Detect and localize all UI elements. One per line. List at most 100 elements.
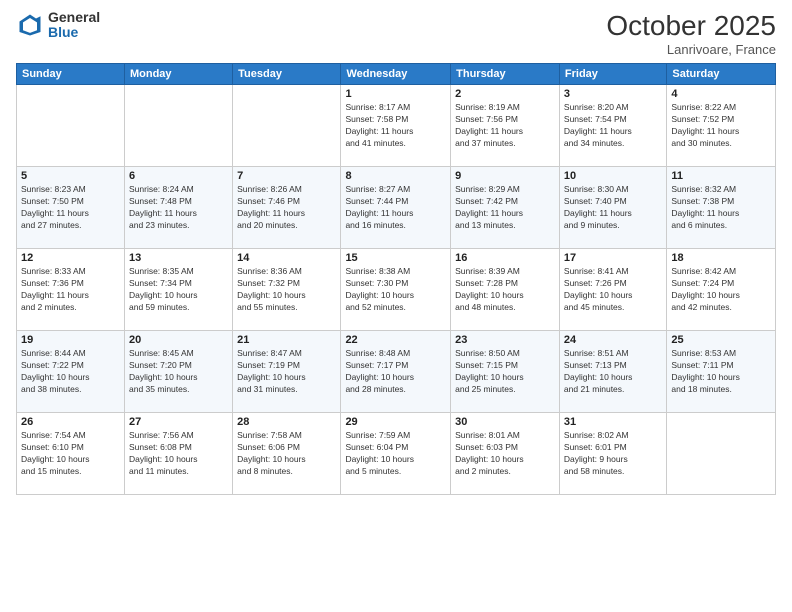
day-number: 21 — [237, 334, 336, 346]
calendar-cell: 12 Sunrise: 8:33 AM Sunset: 7:36 PM Dayli… — [17, 249, 125, 331]
location: Lanrivoare, France — [606, 42, 776, 57]
calendar-header-row: Sunday Monday Tuesday Wednesday Thursday… — [17, 64, 776, 85]
calendar-cell: 9 Sunrise: 8:29 AM Sunset: 7:42 PM Daylig… — [451, 167, 560, 249]
day-number: 17 — [564, 252, 662, 264]
calendar-cell — [17, 85, 125, 167]
calendar-cell: 19 Sunrise: 8:44 AM Sunset: 7:22 PM Dayli… — [17, 331, 125, 413]
day-info: Sunrise: 8:53 AM Sunset: 7:11 PM Dayligh… — [671, 348, 771, 396]
day-info: Sunrise: 7:58 AM Sunset: 6:06 PM Dayligh… — [237, 430, 336, 478]
calendar-cell: 22Sunrise: 8:48 AM Sunset: 7:17 PM Dayli… — [341, 331, 451, 413]
day-number: 31 — [564, 416, 662, 428]
calendar-week-2: 5Sunrise: 8:23 AM Sunset: 7:50 PM Daylig… — [17, 167, 776, 249]
day-info: Sunrise: 8:39 AM Sunset: 7:28 PM Dayligh… — [455, 266, 555, 314]
day-info: Sunrise: 8:19 AM Sunset: 7:56 PM Dayligh… — [455, 102, 555, 150]
day-number: 6 — [129, 170, 228, 182]
day-info: Sunrise: 8:51 AM Sunset: 7:13 PM Dayligh… — [564, 348, 662, 396]
day-info: Sunrise: 8:26 AM Sunset: 7:46 PM Dayligh… — [237, 184, 336, 232]
day-number: 24 — [564, 334, 662, 346]
day-info: Sunrise: 8:35 AM Sunset: 7:34 PM Dayligh… — [129, 266, 228, 314]
calendar-cell: 7Sunrise: 8:26 AM Sunset: 7:46 PM Daylig… — [233, 167, 341, 249]
day-number: 8 — [345, 170, 446, 182]
col-monday: Monday — [124, 64, 232, 85]
day-number: 16 — [455, 252, 555, 264]
month-title: October 2025 — [606, 10, 776, 42]
calendar-week-5: 26Sunrise: 7:54 AM Sunset: 6:10 PM Dayli… — [17, 413, 776, 495]
day-number: 30 — [455, 416, 555, 428]
day-info: Sunrise: 8:17 AM Sunset: 7:58 PM Dayligh… — [345, 102, 446, 150]
calendar-cell: 15 Sunrise: 8:38 AM Sunset: 7:30 PM Dayli… — [341, 249, 451, 331]
col-saturday: Saturday — [667, 64, 776, 85]
header: General Blue October 2025 Lanrivoare, Fr… — [16, 10, 776, 57]
day-number: 1 — [345, 88, 446, 100]
calendar-cell: 1 Sunrise: 8:17 AM Sunset: 7:58 PM Daylig… — [341, 85, 451, 167]
day-info: Sunrise: 8:29 AM Sunset: 7:42 PM Dayligh… — [455, 184, 555, 232]
day-number: 22 — [345, 334, 446, 346]
calendar-cell — [233, 85, 341, 167]
calendar-cell: 17 Sunrise: 8:41 AM Sunset: 7:26 PM Dayli… — [559, 249, 666, 331]
calendar-cell: 27Sunrise: 7:56 AM Sunset: 6:08 PM Dayli… — [124, 413, 232, 495]
day-info: Sunrise: 8:27 AM Sunset: 7:44 PM Dayligh… — [345, 184, 446, 232]
calendar-cell: 31 Sunrise: 8:02 AM Sunset: 6:01 PM Dayli… — [559, 413, 666, 495]
day-info: Sunrise: 8:45 AM Sunset: 7:20 PM Dayligh… — [129, 348, 228, 396]
calendar-cell: 6 Sunrise: 8:24 AM Sunset: 7:48 PM Daylig… — [124, 167, 232, 249]
day-info: Sunrise: 8:24 AM Sunset: 7:48 PM Dayligh… — [129, 184, 228, 232]
day-number: 12 — [21, 252, 120, 264]
day-number: 29 — [345, 416, 446, 428]
col-friday: Friday — [559, 64, 666, 85]
day-number: 23 — [455, 334, 555, 346]
calendar-cell: 16 Sunrise: 8:39 AM Sunset: 7:28 PM Dayli… — [451, 249, 560, 331]
calendar-cell — [124, 85, 232, 167]
logo-general-text: General — [48, 10, 100, 25]
day-number: 11 — [671, 170, 771, 182]
calendar-cell: 21Sunrise: 8:47 AM Sunset: 7:19 PM Dayli… — [233, 331, 341, 413]
day-info: Sunrise: 8:22 AM Sunset: 7:52 PM Dayligh… — [671, 102, 771, 150]
calendar-cell: 28Sunrise: 7:58 AM Sunset: 6:06 PM Dayli… — [233, 413, 341, 495]
day-number: 2 — [455, 88, 555, 100]
calendar-cell: 23 Sunrise: 8:50 AM Sunset: 7:15 PM Dayli… — [451, 331, 560, 413]
logo-blue-text: Blue — [48, 25, 100, 40]
calendar-cell: 10 Sunrise: 8:30 AM Sunset: 7:40 PM Dayli… — [559, 167, 666, 249]
logo-text: General Blue — [48, 10, 100, 41]
calendar-cell: 5Sunrise: 8:23 AM Sunset: 7:50 PM Daylig… — [17, 167, 125, 249]
day-number: 18 — [671, 252, 771, 264]
day-number: 19 — [21, 334, 120, 346]
calendar-week-4: 19 Sunrise: 8:44 AM Sunset: 7:22 PM Dayli… — [17, 331, 776, 413]
calendar-cell: 13 Sunrise: 8:35 AM Sunset: 7:34 PM Dayli… — [124, 249, 232, 331]
title-block: October 2025 Lanrivoare, France — [606, 10, 776, 57]
calendar-cell: 8 Sunrise: 8:27 AM Sunset: 7:44 PM Daylig… — [341, 167, 451, 249]
day-info: Sunrise: 7:59 AM Sunset: 6:04 PM Dayligh… — [345, 430, 446, 478]
day-info: Sunrise: 8:36 AM Sunset: 7:32 PM Dayligh… — [237, 266, 336, 314]
calendar-cell: 4Sunrise: 8:22 AM Sunset: 7:52 PM Daylig… — [667, 85, 776, 167]
day-number: 10 — [564, 170, 662, 182]
day-number: 25 — [671, 334, 771, 346]
col-wednesday: Wednesday — [341, 64, 451, 85]
day-number: 3 — [564, 88, 662, 100]
day-info: Sunrise: 8:41 AM Sunset: 7:26 PM Dayligh… — [564, 266, 662, 314]
calendar-week-3: 12 Sunrise: 8:33 AM Sunset: 7:36 PM Dayli… — [17, 249, 776, 331]
day-info: Sunrise: 8:42 AM Sunset: 7:24 PM Dayligh… — [671, 266, 771, 314]
day-info: Sunrise: 8:20 AM Sunset: 7:54 PM Dayligh… — [564, 102, 662, 150]
day-info: Sunrise: 7:56 AM Sunset: 6:08 PM Dayligh… — [129, 430, 228, 478]
logo-icon — [16, 11, 44, 39]
day-info: Sunrise: 8:02 AM Sunset: 6:01 PM Dayligh… — [564, 430, 662, 478]
calendar-cell: 29 Sunrise: 7:59 AM Sunset: 6:04 PM Dayli… — [341, 413, 451, 495]
calendar-cell: 26Sunrise: 7:54 AM Sunset: 6:10 PM Dayli… — [17, 413, 125, 495]
day-number: 9 — [455, 170, 555, 182]
calendar-cell: 20Sunrise: 8:45 AM Sunset: 7:20 PM Dayli… — [124, 331, 232, 413]
day-info: Sunrise: 8:50 AM Sunset: 7:15 PM Dayligh… — [455, 348, 555, 396]
page: General Blue October 2025 Lanrivoare, Fr… — [0, 0, 792, 612]
day-number: 15 — [345, 252, 446, 264]
calendar-cell: 25 Sunrise: 8:53 AM Sunset: 7:11 PM Dayli… — [667, 331, 776, 413]
day-info: Sunrise: 8:38 AM Sunset: 7:30 PM Dayligh… — [345, 266, 446, 314]
day-info: Sunrise: 8:30 AM Sunset: 7:40 PM Dayligh… — [564, 184, 662, 232]
day-number: 5 — [21, 170, 120, 182]
calendar-cell: 11Sunrise: 8:32 AM Sunset: 7:38 PM Dayli… — [667, 167, 776, 249]
calendar-cell: 2 Sunrise: 8:19 AM Sunset: 7:56 PM Daylig… — [451, 85, 560, 167]
day-number: 13 — [129, 252, 228, 264]
day-info: Sunrise: 7:54 AM Sunset: 6:10 PM Dayligh… — [21, 430, 120, 478]
day-info: Sunrise: 8:33 AM Sunset: 7:36 PM Dayligh… — [21, 266, 120, 314]
calendar-table: Sunday Monday Tuesday Wednesday Thursday… — [16, 63, 776, 495]
day-info: Sunrise: 8:01 AM Sunset: 6:03 PM Dayligh… — [455, 430, 555, 478]
calendar-cell: 3 Sunrise: 8:20 AM Sunset: 7:54 PM Daylig… — [559, 85, 666, 167]
day-info: Sunrise: 8:44 AM Sunset: 7:22 PM Dayligh… — [21, 348, 120, 396]
